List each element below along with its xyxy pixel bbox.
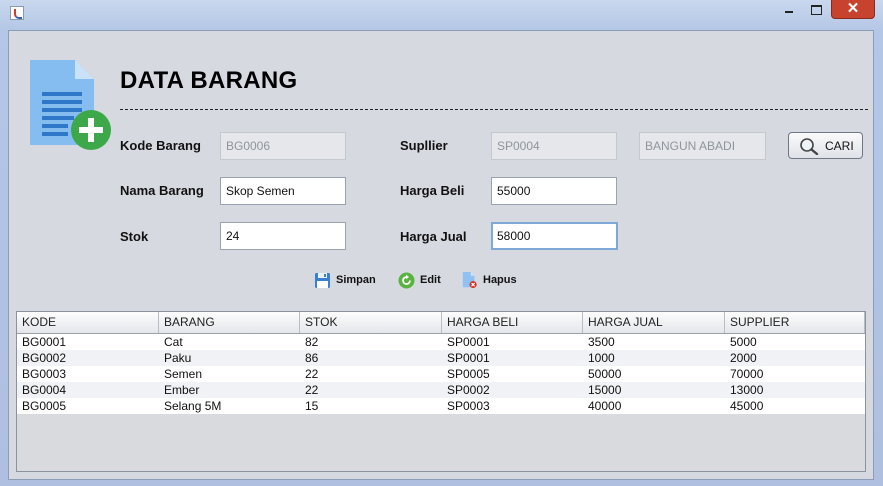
table-cell: 2000: [730, 351, 757, 365]
table-cell: SP0001: [447, 335, 490, 349]
table-cell: BG0004: [22, 383, 67, 397]
harga-jual-field[interactable]: [491, 222, 618, 250]
table-body: BG0001 Cat 82 SP0001 3500 5000 BG0002 Pa…: [17, 334, 865, 414]
page-title: DATA BARANG: [120, 67, 298, 94]
table-cell: 3500: [588, 335, 615, 349]
column-header-supplier[interactable]: SUPPLIER: [725, 312, 865, 333]
table-cell: BG0002: [22, 351, 67, 365]
kode-barang-label: Kode Barang: [120, 138, 201, 153]
table-cell: 40000: [588, 399, 622, 413]
cari-button[interactable]: CARI: [788, 132, 863, 159]
simpan-button[interactable]: Simpan: [314, 271, 386, 291]
table-cell: 15000: [588, 383, 622, 397]
table-row[interactable]: BG0001 Cat 82 SP0001 3500 5000: [17, 334, 865, 350]
java-app-icon: [10, 6, 24, 20]
edit-label: Edit: [420, 274, 441, 286]
supplier-label: Supllier: [400, 138, 448, 153]
cari-label: CARI: [825, 139, 854, 153]
kode-barang-field[interactable]: [220, 132, 346, 160]
table-cell: 70000: [730, 367, 764, 381]
table-cell: 5000: [730, 335, 757, 349]
table-cell: 82: [305, 335, 319, 349]
floppy-save-icon: [315, 273, 330, 288]
table-cell: Semen: [164, 367, 203, 381]
add-document-icon: [30, 60, 111, 150]
table-cell: BG0003: [22, 367, 67, 381]
form-panel: DATA BARANG Kode Barang Nama Barang Stok…: [8, 30, 874, 480]
title-divider: [120, 109, 868, 110]
delete-document-icon: [462, 272, 477, 289]
harga-beli-field[interactable]: [491, 177, 617, 205]
supplier-name-field[interactable]: [639, 132, 766, 160]
table-cell: SP0005: [447, 367, 490, 381]
table-cell: Paku: [164, 351, 192, 365]
barang-table: KODE BARANG STOK HARGA BELI HARGA JUAL S…: [16, 311, 866, 472]
table-cell: 22: [305, 367, 319, 381]
nama-barang-field[interactable]: [220, 177, 346, 205]
minimize-button[interactable]: [776, 0, 802, 19]
table-row[interactable]: BG0004 Ember 22 SP0002 15000 13000: [17, 382, 865, 398]
hapus-label: Hapus: [483, 274, 517, 286]
table-cell: 15: [305, 399, 319, 413]
harga-jual-label: Harga Jual: [400, 229, 467, 244]
supplier-code-field[interactable]: [491, 132, 617, 160]
magnifier-icon: [800, 138, 819, 155]
table-cell: 13000: [730, 383, 764, 397]
table-cell: Cat: [164, 335, 183, 349]
title-bar: ✕: [0, 0, 883, 28]
table-header: KODE BARANG STOK HARGA BELI HARGA JUAL S…: [17, 312, 865, 334]
table-cell: 45000: [730, 399, 764, 413]
column-header-harga-jual[interactable]: HARGA JUAL: [583, 312, 725, 333]
stok-field[interactable]: [220, 222, 346, 250]
simpan-label: Simpan: [336, 274, 376, 286]
nama-barang-label: Nama Barang: [120, 183, 204, 198]
table-row[interactable]: BG0005 Selang 5M 15 SP0003 40000 45000: [17, 398, 865, 414]
table-cell: Selang 5M: [164, 399, 222, 413]
refresh-edit-icon: [398, 272, 415, 289]
close-button[interactable]: ✕: [831, 0, 875, 19]
table-cell: SP0002: [447, 383, 490, 397]
table-cell: SP0001: [447, 351, 490, 365]
column-header-harga-beli[interactable]: HARGA BELI: [442, 312, 583, 333]
column-header-stok[interactable]: STOK: [300, 312, 442, 333]
table-cell: Ember: [164, 383, 200, 397]
app-window: ✕ DATA BARANG Kode Barang Nama Barang St…: [0, 0, 883, 486]
table-row[interactable]: BG0002 Paku 86 SP0001 1000 2000: [17, 350, 865, 366]
table-cell: 50000: [588, 367, 622, 381]
stok-label: Stok: [120, 229, 149, 244]
table-cell: BG0001: [22, 335, 67, 349]
table-cell: BG0005: [22, 399, 67, 413]
maximize-button[interactable]: [803, 0, 829, 19]
table-cell: 22: [305, 383, 319, 397]
table-cell: 86: [305, 351, 319, 365]
table-row[interactable]: BG0003 Semen 22 SP0005 50000 70000: [17, 366, 865, 382]
harga-beli-label: Harga Beli: [400, 183, 465, 198]
table-cell: SP0003: [447, 399, 490, 413]
hapus-button[interactable]: Hapus: [461, 271, 523, 291]
edit-button[interactable]: Edit: [398, 271, 450, 291]
column-header-kode[interactable]: KODE: [17, 312, 159, 333]
column-header-barang[interactable]: BARANG: [159, 312, 300, 333]
table-cell: 1000: [588, 351, 615, 365]
